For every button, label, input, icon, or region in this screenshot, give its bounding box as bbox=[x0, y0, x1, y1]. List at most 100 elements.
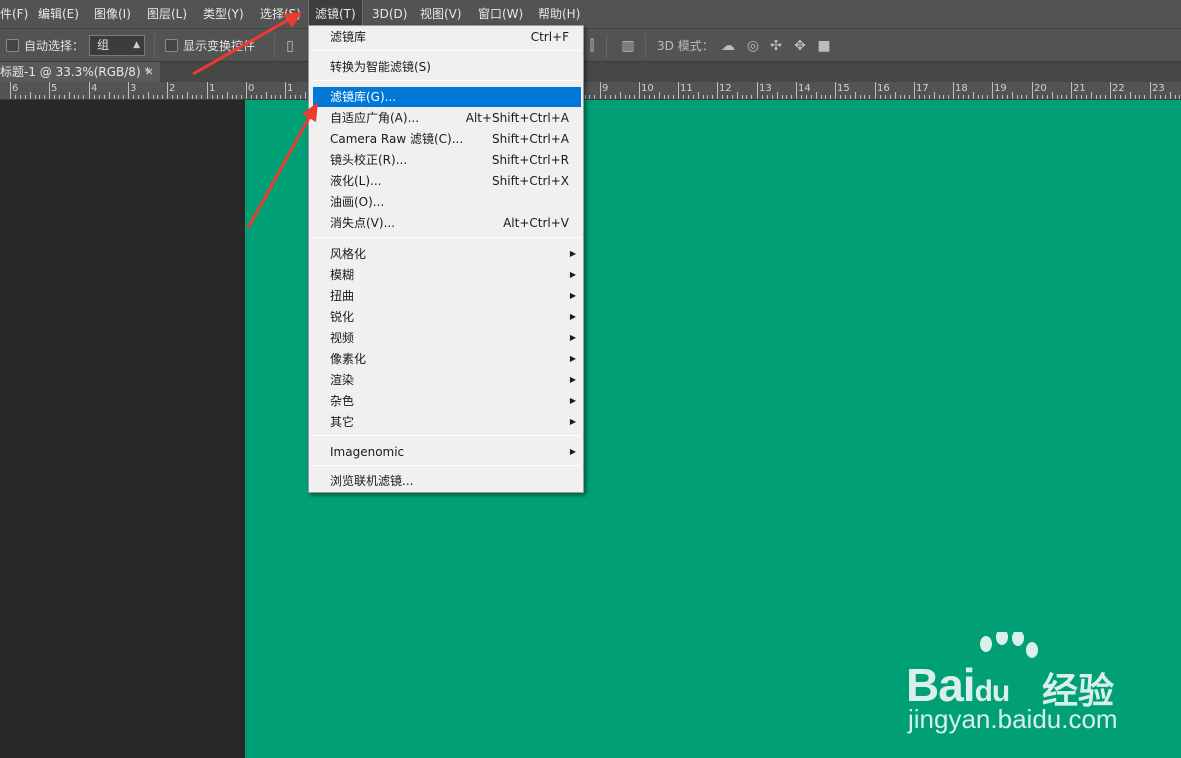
auto-select-target-dropdown[interactable]: 组 ▲ bbox=[89, 35, 145, 56]
ruler-minor-tick bbox=[104, 95, 105, 99]
menu-item-browse-online-filters[interactable]: 浏览联机滤镜... bbox=[313, 471, 581, 491]
menu-layer[interactable]: 图层(L) bbox=[147, 0, 187, 28]
ruler-minor-tick bbox=[280, 95, 281, 99]
menu-item-label: 渲染 bbox=[330, 373, 355, 387]
menu-item-stylize[interactable]: 风格化 ▶ bbox=[313, 244, 581, 264]
menu-item-oil-paint[interactable]: 油画(O)... bbox=[313, 192, 581, 212]
menu-window[interactable]: 窗口(W) bbox=[478, 0, 523, 28]
3d-pan-icon[interactable]: ✣ bbox=[768, 38, 784, 54]
ruler-minor-tick bbox=[1017, 95, 1018, 99]
ruler-minor-tick bbox=[688, 95, 689, 99]
ruler-minor-tick bbox=[44, 95, 45, 99]
ruler-label: 22 bbox=[1112, 83, 1125, 94]
ruler-minor-tick bbox=[1170, 92, 1171, 99]
menu-item-render[interactable]: 渲染 ▶ bbox=[313, 370, 581, 390]
menu-item-noise[interactable]: 杂色 ▶ bbox=[313, 391, 581, 411]
ruler-major-tick bbox=[875, 82, 876, 99]
menu-item-lens-correction[interactable]: 镜头校正(R)... Shift+Ctrl+R bbox=[313, 150, 581, 170]
3d-roll-icon[interactable]: ◎ bbox=[745, 38, 761, 54]
ruler-label: 0 bbox=[248, 83, 255, 94]
ruler-minor-tick bbox=[39, 95, 40, 99]
menu-item-pixelate[interactable]: 像素化 ▶ bbox=[313, 349, 581, 369]
auto-align-icon[interactable]: ▥ bbox=[620, 38, 636, 54]
menu-item-camera-raw[interactable]: Camera Raw 滤镜(C)... Shift+Ctrl+A bbox=[313, 129, 581, 149]
show-transform-checkbox[interactable] bbox=[165, 39, 178, 52]
menu-item-adaptive-wide-angle[interactable]: 自适应广角(A)... Alt+Shift+Ctrl+A bbox=[313, 108, 581, 128]
ruler-minor-tick bbox=[934, 92, 935, 99]
menu-type[interactable]: 类型(Y) bbox=[203, 0, 244, 28]
menu-image[interactable]: 图像(I) bbox=[94, 0, 131, 28]
ruler-minor-tick bbox=[767, 95, 768, 99]
menu-item-other[interactable]: 其它 ▶ bbox=[313, 412, 581, 432]
baidu-jingyan-watermark: Baidu 经验 jingyan.baidu.com bbox=[900, 632, 1130, 742]
ruler-minor-tick bbox=[123, 95, 124, 99]
menu-item-sharpen[interactable]: 锐化 ▶ bbox=[313, 307, 581, 327]
filter-menu: 滤镜库 Ctrl+F 转换为智能滤镜(S) 滤镜库(G)... 自适应广角(A)… bbox=[308, 25, 584, 493]
ruler-minor-tick bbox=[1081, 95, 1082, 99]
ruler-major-tick bbox=[285, 82, 286, 99]
menu-item-vanishing-point[interactable]: 消失点(V)... Alt+Ctrl+V bbox=[313, 213, 581, 233]
submenu-arrow-icon: ▶ bbox=[569, 354, 576, 363]
distribute-icon[interactable]: ⫿ bbox=[584, 38, 600, 54]
ruler-minor-tick bbox=[1066, 95, 1067, 99]
document-tab-bar: 标题-1 @ 33.3%(RGB/8) * × bbox=[0, 62, 1181, 82]
close-icon[interactable]: × bbox=[145, 62, 154, 82]
ruler-minor-tick bbox=[968, 95, 969, 99]
ruler-major-tick bbox=[1071, 82, 1072, 99]
ruler-minor-tick bbox=[762, 95, 763, 99]
menu-filter[interactable]: 滤镜(T) bbox=[308, 0, 363, 28]
submenu-arrow-icon: ▶ bbox=[569, 396, 576, 405]
menu-item-label: 滤镜库(G)... bbox=[330, 90, 397, 104]
3d-rotate-icon[interactable]: ☁ bbox=[720, 38, 736, 54]
ruler-minor-tick bbox=[15, 95, 16, 99]
ruler-major-tick bbox=[1032, 82, 1033, 99]
ruler-minor-tick bbox=[605, 95, 606, 99]
document-title: 标题-1 @ 33.3%(RGB/8) * bbox=[0, 65, 151, 79]
menu-item-filter-gallery-last[interactable]: 滤镜库 Ctrl+F bbox=[313, 27, 581, 47]
3d-scale-icon[interactable]: ■ bbox=[816, 38, 832, 54]
ruler-minor-tick bbox=[153, 95, 154, 99]
ruler-minor-tick bbox=[620, 92, 621, 99]
ruler-label: 14 bbox=[798, 83, 811, 94]
auto-select-checkbox[interactable] bbox=[6, 39, 19, 52]
menu-item-blur[interactable]: 模糊 ▶ bbox=[313, 265, 581, 285]
menu-select[interactable]: 选择(S) bbox=[260, 0, 301, 28]
menu-item-distort[interactable]: 扭曲 ▶ bbox=[313, 286, 581, 306]
menu-edit[interactable]: 编辑(E) bbox=[38, 0, 79, 28]
menu-help[interactable]: 帮助(H) bbox=[538, 0, 580, 28]
ruler-minor-tick bbox=[924, 95, 925, 99]
ruler-minor-tick bbox=[963, 95, 964, 99]
ruler-minor-tick bbox=[182, 95, 183, 99]
menu-3d[interactable]: 3D(D) bbox=[372, 0, 407, 28]
ruler-minor-tick bbox=[83, 95, 84, 99]
menu-item-label: 扭曲 bbox=[330, 289, 355, 303]
menu-item-liquify[interactable]: 液化(L)... Shift+Ctrl+X bbox=[313, 171, 581, 191]
menu-item-shortcut: Shift+Ctrl+X bbox=[492, 174, 569, 188]
ruler-minor-tick bbox=[1165, 95, 1166, 99]
ruler-major-tick bbox=[246, 82, 247, 99]
align-left-icon[interactable]: ▯ bbox=[282, 38, 298, 54]
ruler-minor-tick bbox=[271, 95, 272, 99]
ruler-minor-tick bbox=[746, 95, 747, 99]
ruler-minor-tick bbox=[1179, 95, 1180, 99]
ruler-minor-tick bbox=[845, 95, 846, 99]
menu-item-imagenomic[interactable]: Imagenomic ▶ bbox=[313, 442, 581, 462]
menu-separator bbox=[313, 465, 581, 466]
ruler-minor-tick bbox=[673, 95, 674, 99]
menu-file[interactable]: 件(F) bbox=[0, 0, 28, 28]
menu-view[interactable]: 视图(V) bbox=[420, 0, 462, 28]
ruler-minor-tick bbox=[732, 95, 733, 99]
menu-separator bbox=[313, 50, 581, 51]
submenu-arrow-icon: ▶ bbox=[569, 270, 576, 279]
menu-item-filter-gallery[interactable]: 滤镜库(G)... bbox=[313, 87, 581, 107]
ruler-minor-tick bbox=[99, 95, 100, 99]
ruler-minor-tick bbox=[217, 95, 218, 99]
ruler-minor-tick bbox=[1037, 95, 1038, 99]
document-tab[interactable]: 标题-1 @ 33.3%(RGB/8) * × bbox=[0, 62, 160, 82]
menu-item-convert-smart-filter[interactable]: 转换为智能滤镜(S) bbox=[313, 57, 581, 77]
3d-slide-icon[interactable]: ✥ bbox=[792, 38, 808, 54]
ruler-minor-tick bbox=[806, 95, 807, 99]
ruler-minor-tick bbox=[227, 92, 228, 99]
menu-item-video[interactable]: 视频 ▶ bbox=[313, 328, 581, 348]
ruler-label: 23 bbox=[1152, 83, 1165, 94]
